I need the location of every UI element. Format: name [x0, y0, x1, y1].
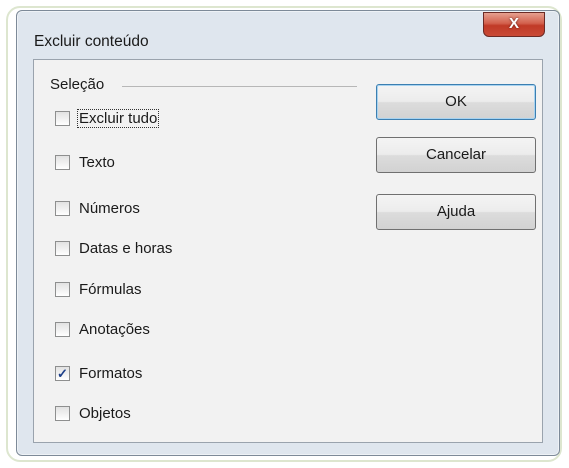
checkbox-label[interactable]: Fórmulas	[78, 281, 143, 298]
checkbox-datas-e-horas[interactable]: Datas e horas	[55, 237, 173, 259]
checkbox-box-checked[interactable]: ✓	[55, 365, 70, 381]
ok-button[interactable]: OK	[376, 84, 536, 120]
checkbox-objetos[interactable]: Objetos	[55, 402, 132, 424]
help-button[interactable]: Ajuda	[376, 194, 536, 230]
checkbox-label[interactable]: Formatos	[78, 365, 143, 382]
group-divider	[122, 86, 357, 87]
checkbox-label[interactable]: Excluir tudo	[76, 108, 160, 128]
close-button[interactable]: X	[483, 12, 545, 37]
checkbox-box[interactable]	[55, 405, 70, 421]
checkbox-formulas[interactable]: Fórmulas	[55, 278, 143, 300]
dialog-title: Excluir conteúdo	[34, 33, 149, 50]
checkbox-box[interactable]	[55, 321, 70, 337]
checkbox-label[interactable]: Objetos	[78, 405, 132, 422]
checkbox-box[interactable]	[55, 281, 70, 297]
checkbox-label[interactable]: Números	[78, 200, 141, 217]
checkbox-formatos[interactable]: ✓ Formatos	[55, 362, 143, 384]
checkbox-box[interactable]	[55, 154, 70, 170]
check-mark-icon: ✓	[57, 365, 68, 381]
selection-group-label: Seleção	[50, 76, 105, 93]
checkbox-label[interactable]: Anotações	[78, 321, 151, 338]
checkbox-label[interactable]: Texto	[78, 154, 116, 171]
checkbox-box[interactable]	[55, 110, 70, 126]
checkbox-label[interactable]: Datas e horas	[78, 240, 173, 257]
checkbox-box[interactable]	[55, 200, 70, 216]
checkbox-excluir-tudo[interactable]: Excluir tudo	[55, 107, 160, 129]
checkbox-box[interactable]	[55, 240, 70, 256]
checkbox-texto[interactable]: Texto	[55, 151, 116, 173]
close-icon: X	[508, 15, 519, 32]
checkbox-anotacoes[interactable]: Anotações	[55, 318, 151, 340]
checkbox-numeros[interactable]: Números	[55, 197, 141, 219]
cancel-button[interactable]: Cancelar	[376, 137, 536, 173]
